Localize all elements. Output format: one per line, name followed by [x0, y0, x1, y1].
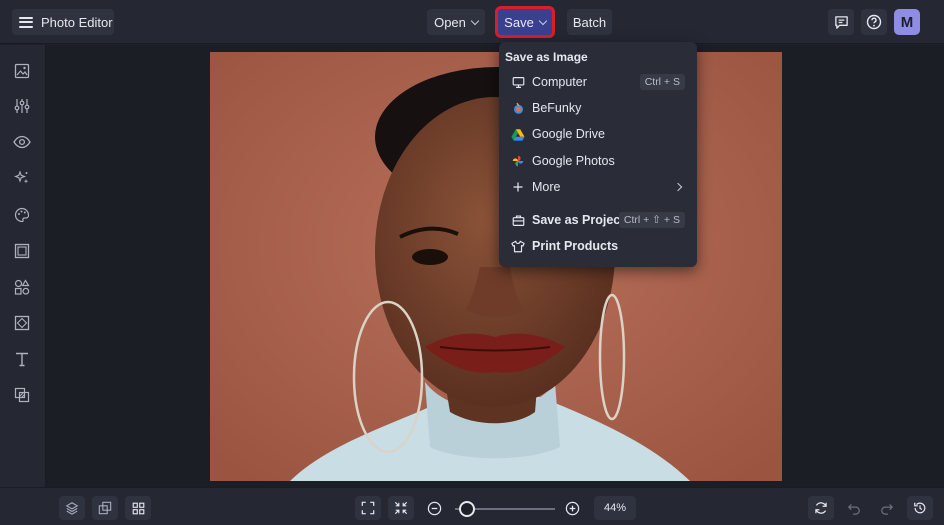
menu-item-label: Google Drive: [532, 127, 605, 141]
image-icon: [14, 63, 30, 79]
sidebar-item-textures[interactable]: [12, 313, 32, 333]
compare-button[interactable]: [92, 496, 118, 520]
feedback-button[interactable]: [828, 9, 854, 35]
actual-size-button[interactable]: [388, 496, 414, 520]
menu-item-befunky[interactable]: BeFunky: [499, 96, 697, 120]
befunky-logo-icon: [511, 101, 525, 115]
expand-icon: [361, 501, 375, 515]
save-dropdown-menu: Save as Image Computer Ctrl + S BeFunky …: [499, 42, 697, 267]
menu-item-google-drive[interactable]: Google Drive: [499, 122, 697, 146]
menu-item-label: BeFunky: [532, 101, 582, 115]
menu-item-print-products[interactable]: Print Products: [499, 234, 697, 258]
sidebar-item-text[interactable]: [12, 349, 32, 369]
history-icon: [914, 502, 926, 514]
menu-item-label: More: [532, 180, 561, 194]
redo-button[interactable]: [874, 496, 900, 520]
zoom-slider-thumb[interactable]: [459, 501, 475, 517]
layers-button[interactable]: [59, 496, 85, 520]
grid-button[interactable]: [125, 496, 151, 520]
chevron-right-icon: [673, 182, 683, 192]
overlay-icon: [14, 387, 30, 403]
google-drive-icon: [511, 127, 525, 141]
grid-icon: [132, 502, 144, 514]
eye-icon: [13, 135, 31, 149]
zoom-in-icon: [565, 501, 579, 515]
open-label: Open: [434, 14, 466, 30]
sidebar-item-image[interactable]: [12, 61, 32, 81]
menu-item-label: Print Products: [532, 239, 619, 253]
compare-icon: [98, 501, 112, 515]
monitor-icon: [511, 75, 525, 89]
sidebar-item-frames[interactable]: [12, 241, 32, 261]
sidebar-item-overlays[interactable]: [12, 385, 32, 405]
menu-item-google-photos[interactable]: Google Photos: [499, 149, 697, 173]
refresh-icon: [815, 502, 827, 514]
menu-item-computer[interactable]: Computer Ctrl + S: [499, 70, 697, 94]
layers-icon: [65, 502, 79, 515]
refresh-button[interactable]: [808, 496, 834, 520]
sidebar-item-graphics[interactable]: [12, 277, 32, 297]
fit-screen-button[interactable]: [355, 496, 381, 520]
menu-button[interactable]: Photo Editor: [12, 9, 114, 35]
help-button[interactable]: [861, 9, 887, 35]
save-button[interactable]: Save: [495, 6, 555, 38]
help-icon: [866, 14, 882, 30]
hamburger-icon: [19, 16, 33, 28]
zoom-out-button[interactable]: [421, 496, 447, 520]
menu-item-more[interactable]: More: [499, 175, 697, 199]
shortcut-badge: Ctrl + S: [639, 74, 685, 90]
texture-icon: [14, 315, 30, 331]
sidebar-item-effects[interactable]: [12, 168, 32, 188]
menu-item-label: Computer: [532, 75, 587, 89]
zoom-value[interactable]: 44%: [594, 496, 636, 520]
sidebar-item-artsy[interactable]: [12, 205, 32, 225]
shapes-icon: [14, 279, 30, 295]
menu-item-label: Google Photos: [532, 154, 615, 168]
undo-icon: [847, 504, 860, 515]
palette-icon: [14, 207, 30, 223]
menu-item-save-as-project[interactable]: Save as Project Ctrl + ⇧ + S: [499, 208, 697, 232]
menu-item-label: Save as Project: [532, 213, 625, 227]
batch-button[interactable]: Batch: [567, 9, 612, 35]
google-photos-icon: [511, 154, 525, 168]
collapse-icon: [394, 501, 408, 515]
user-avatar[interactable]: M: [894, 9, 920, 35]
save-label: Save: [504, 14, 534, 30]
zoom-out-icon: [427, 501, 441, 515]
photo-editor-app: Photo Editor Open Save Batch M 44% Save …: [0, 0, 944, 525]
chevron-down-icon: [470, 16, 480, 25]
batch-label: Batch: [572, 14, 607, 30]
tshirt-icon: [511, 239, 525, 253]
undo-button[interactable]: [841, 496, 867, 520]
frame-icon: [14, 243, 30, 259]
tool-sidebar: [0, 45, 46, 487]
briefcase-icon: [511, 213, 525, 227]
chat-icon: [834, 15, 848, 29]
adjust-sliders-icon: [14, 99, 30, 113]
bottom-bar: 44%: [0, 487, 944, 525]
app-title: Photo Editor: [41, 14, 113, 30]
plus-icon: [511, 180, 525, 194]
text-icon: [16, 352, 28, 367]
sparkle-effects-icon: [14, 170, 29, 184]
sidebar-item-edit[interactable]: [12, 96, 32, 116]
open-button[interactable]: Open: [427, 9, 485, 35]
zoom-in-button[interactable]: [559, 496, 585, 520]
chevron-down-icon: [538, 16, 548, 25]
top-bar: Photo Editor Open Save Batch M: [0, 0, 944, 44]
save-as-image-heading: Save as Image: [505, 50, 588, 64]
shortcut-badge: Ctrl + ⇧ + S: [618, 212, 685, 228]
redo-icon: [881, 504, 894, 515]
sidebar-item-touch-up[interactable]: [12, 132, 32, 152]
history-button[interactable]: [907, 496, 933, 520]
